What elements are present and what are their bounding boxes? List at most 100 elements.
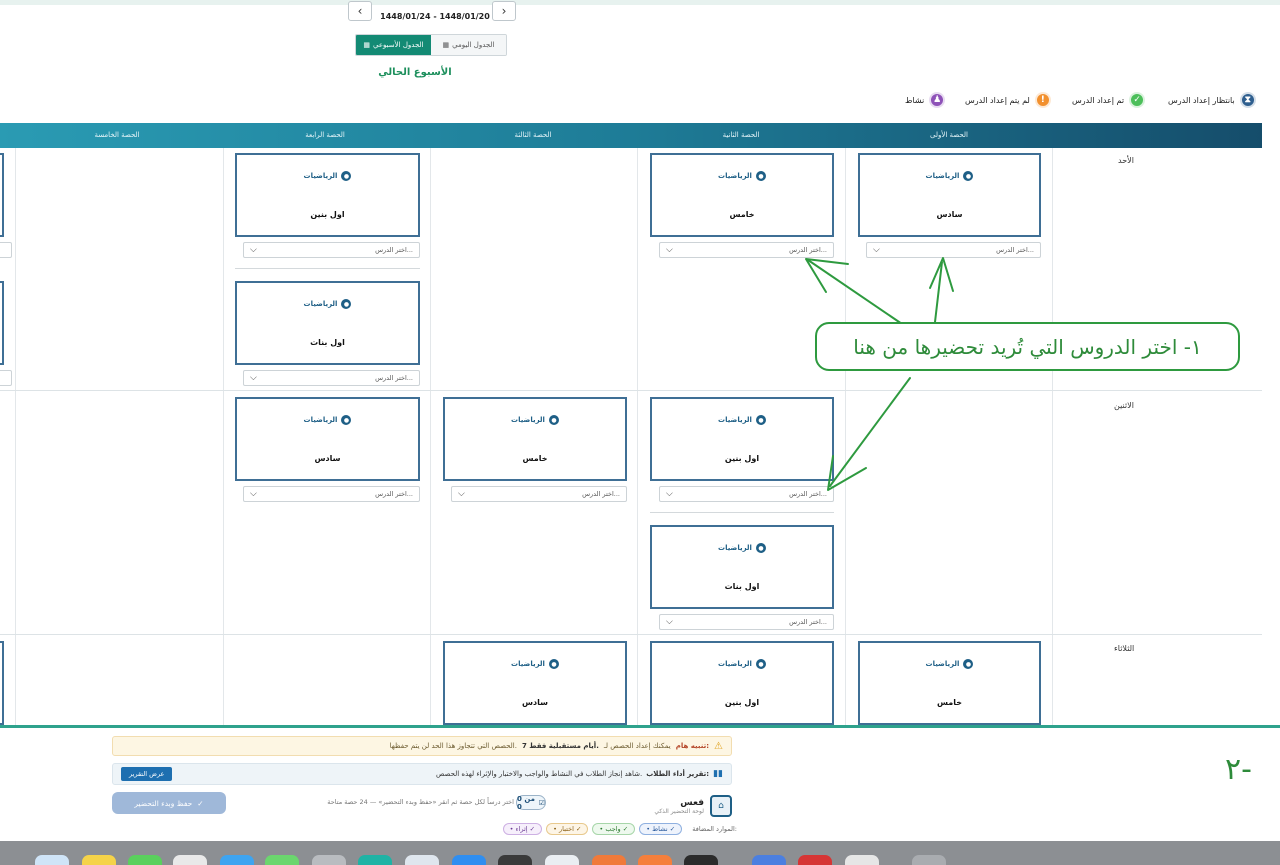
counter-text: 0 من 0 [517, 794, 535, 811]
chip-homework[interactable]: • واجب ✓ [592, 823, 636, 835]
trash-icon[interactable] [912, 855, 946, 865]
row-divider [0, 634, 1262, 635]
app-icon[interactable] [592, 855, 626, 865]
lesson-card[interactable]: الرياضيات ● خامس [443, 397, 627, 481]
lesson-card[interactable]: الرياضيات ● اول بنين [235, 153, 420, 237]
lesson-card[interactable]: الرياضيات ● اول بنين [650, 641, 834, 725]
header-period-3: الحصة الثالثة [514, 131, 552, 139]
facetime-icon[interactable] [265, 855, 299, 865]
app-icon[interactable] [845, 855, 879, 865]
app-icon[interactable] [358, 855, 392, 865]
chevron-down-icon: ⌵ [250, 245, 257, 255]
subject-label: الرياضيات [718, 544, 752, 552]
annotation-step-2: ٢- [1225, 752, 1252, 787]
notice-text: يمكنك إعداد الحصص لـ [603, 742, 671, 750]
lesson-card-clipped[interactable] [0, 153, 4, 237]
app-icon[interactable] [638, 855, 672, 865]
subject-label: الرياضيات [511, 416, 545, 424]
lesson-card[interactable]: الرياضيات ● سادس [235, 397, 420, 481]
select-placeholder: اختر الدرس... [789, 246, 827, 254]
lesson-select[interactable]: ⌵ اختر الدرس... [451, 486, 627, 502]
app-icon[interactable] [684, 855, 718, 865]
lesson-card[interactable]: الرياضيات ● اول بنين [650, 397, 834, 481]
lesson-select[interactable]: ⌵ اختر الدرس... [866, 242, 1041, 258]
chevron-down-icon: ⌵ [873, 245, 880, 255]
lesson-select-clipped[interactable] [0, 370, 12, 386]
lesson-class: سادس [936, 210, 963, 219]
lesson-select[interactable]: ⌵ اختر الدرس... [243, 370, 420, 386]
notes-icon[interactable] [82, 855, 116, 865]
report-description: شاهد إنجاز الطلاب في النشاط والواجب والا… [436, 769, 723, 779]
app-icon[interactable] [452, 855, 486, 865]
lesson-separator [235, 268, 420, 269]
exclamation-icon: ! [1034, 92, 1051, 108]
lesson-class: خامس [729, 210, 755, 219]
lesson-card-clipped[interactable] [0, 281, 4, 365]
lesson-select[interactable]: ⌵ اختر الدرس... [243, 242, 420, 258]
app-icon[interactable] [752, 855, 786, 865]
lesson-card[interactable]: الرياضيات ● اول بنات [235, 281, 420, 365]
prev-week-button[interactable]: ‹ [348, 1, 372, 21]
legend-label: لم يتم إعداد الدرس [965, 95, 1030, 105]
lesson-select[interactable]: ⌵ اختر الدرس... [659, 486, 834, 502]
appstore-icon[interactable] [220, 855, 254, 865]
lesson-card[interactable]: الرياضيات ● خامس [650, 153, 834, 237]
calendar-app-icon[interactable] [173, 855, 207, 865]
lesson-select[interactable]: ⌵ اختر الدرس... [659, 614, 834, 630]
lesson-card-clipped[interactable] [0, 641, 4, 725]
legend-label: نشاط [905, 95, 925, 105]
warning-icon: ⚠ [714, 740, 723, 752]
header-period-4: الحصة الرابعة [305, 131, 345, 139]
check-icon: ✓ [197, 798, 204, 808]
lesson-card[interactable]: الرياضيات ● سادس [858, 153, 1041, 237]
lesson-card[interactable]: الرياضيات ● خامس [858, 641, 1041, 725]
lesson-class: اول بنين [310, 210, 345, 219]
tab-daily-schedule[interactable]: ▦ الجدول اليومي [431, 35, 506, 55]
grid-line [430, 148, 431, 728]
save-button-label: حفظ وبدء التحضير [134, 798, 193, 808]
chevron-down-icon: ⌵ [458, 489, 465, 499]
chevron-down-icon: ⌵ [250, 373, 257, 383]
chip-activity[interactable]: • نشاط ✓ [639, 823, 683, 835]
save-and-start-button[interactable]: حفظ وبدء التحضير ✓ [112, 792, 226, 814]
lesson-select[interactable]: ⌵ اختر الدرس... [243, 486, 420, 502]
lesson-subject: الرياضيات ● [652, 171, 832, 181]
chip-test[interactable]: • اختبار ✓ [546, 823, 589, 835]
school-logo-icon: ⌂ [710, 795, 732, 817]
selection-counter: 0 من 0 ☑ [516, 794, 546, 811]
lesson-select-clipped[interactable] [0, 242, 12, 258]
lesson-card[interactable]: الرياضيات ● سادس [443, 641, 627, 725]
messages-icon[interactable] [128, 855, 162, 865]
view-report-button[interactable]: عرض التقرير [121, 767, 173, 781]
date-range: 1448/01/24 - 1448/01/20 [380, 12, 490, 21]
terminal-icon[interactable] [498, 855, 532, 865]
hourglass-icon: ⧗ [1239, 92, 1256, 108]
teacher-info: فعس لوحة التحضير الذكي ⌂ [632, 792, 732, 820]
subject-icon: ● [755, 415, 766, 425]
select-placeholder: اختر الدرس... [996, 246, 1034, 254]
activity-icon: ♟ [929, 92, 946, 108]
tab-weekly-label: الجدول الأسبوعي [373, 41, 424, 49]
tab-weekly-schedule[interactable]: ▦ الجدول الأسبوعي [356, 35, 431, 55]
day-label-monday: الاثنين [1114, 401, 1134, 410]
subject-icon: ● [341, 171, 352, 181]
next-week-button[interactable]: › [492, 1, 516, 21]
annotation-callout: ١- اختر الدروس التي تُريد تحضيرها من هنا [815, 322, 1240, 371]
lesson-card[interactable]: الرياضيات ● اول بنات [650, 525, 834, 609]
resources-label: الموارد المضافة: [692, 825, 737, 833]
app-icon[interactable] [545, 855, 579, 865]
subject-icon: ● [341, 299, 352, 309]
app-icon[interactable] [798, 855, 832, 865]
lesson-class: اول بنين [724, 454, 760, 463]
chevron-right-icon: › [501, 4, 507, 18]
app-icon[interactable] [405, 855, 439, 865]
chip-enrichment[interactable]: • إثراء ✓ [502, 823, 543, 835]
lesson-select[interactable]: ⌵ اختر الدرس... [659, 242, 834, 258]
teacher-subtitle: لوحة التحضير الذكي [654, 807, 704, 815]
finder-icon[interactable] [35, 855, 69, 865]
select-placeholder: اختر الدرس... [375, 490, 413, 498]
select-placeholder: اختر الدرس... [582, 490, 620, 498]
grid-line [1052, 148, 1053, 728]
settings-icon[interactable] [312, 855, 346, 865]
lesson-class: اول بنات [310, 338, 345, 347]
